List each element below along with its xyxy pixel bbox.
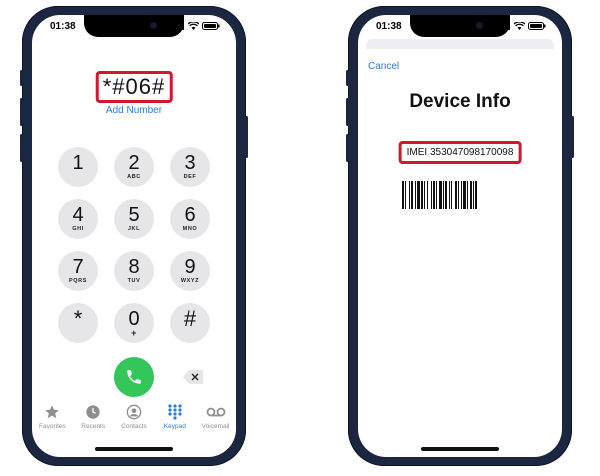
key-7[interactable]: 7 PQRS xyxy=(58,251,98,291)
delete-button[interactable] xyxy=(182,369,204,385)
status-icons xyxy=(173,22,220,30)
wifi-icon xyxy=(188,22,199,30)
signal-icon xyxy=(499,22,510,30)
key-letters: JKL xyxy=(127,226,141,232)
key-digit: # xyxy=(183,306,197,331)
key-3[interactable]: 3 DEF xyxy=(170,147,210,187)
voicemail-icon xyxy=(206,403,226,421)
barcode-image xyxy=(402,181,477,209)
key-letters: GHI xyxy=(72,226,84,232)
phone-icon xyxy=(127,370,141,384)
clock-icon xyxy=(85,403,101,421)
key-digit: 2 xyxy=(128,152,140,174)
key-letters: WXYZ xyxy=(180,278,200,284)
key-4[interactable]: 4 GHI xyxy=(58,199,98,239)
volume-up-button xyxy=(346,98,349,126)
imei-value: IMEI 353047098170098 xyxy=(398,141,522,164)
key-star[interactable]: * xyxy=(58,303,98,343)
cancel-button[interactable]: Cancel xyxy=(368,61,399,72)
tab-label: Favorites xyxy=(39,423,66,430)
call-button[interactable] xyxy=(114,357,154,397)
power-button xyxy=(571,116,574,158)
mute-switch xyxy=(346,70,349,86)
volume-up-button xyxy=(20,98,23,126)
backspace-icon xyxy=(183,370,203,384)
key-digit: * xyxy=(73,306,83,331)
wifi-icon xyxy=(514,22,525,30)
key-digit: 9 xyxy=(184,256,196,278)
keypad-screen: 01:38 *#06# Add Number 1 2 ABC 3 DEF 4 GHI … xyxy=(32,15,236,457)
volume-down-button xyxy=(346,134,349,162)
device-info-screen: 01:38 Cancel Device Info IMEI 3530470981… xyxy=(358,15,562,457)
left-phone: 01:38 *#06# Add Number 1 2 ABC 3 DEF 4 GHI … xyxy=(20,6,248,466)
add-number-link[interactable]: Add Number xyxy=(32,105,236,116)
tab-voicemail[interactable]: Voicemail xyxy=(195,403,236,439)
volume-down-button xyxy=(20,134,23,162)
key-2[interactable]: 2 ABC xyxy=(114,147,154,187)
status-time: 01:38 xyxy=(50,21,76,32)
key-8[interactable]: 8 TUV xyxy=(114,251,154,291)
dialed-number[interactable]: *#06# xyxy=(95,71,173,103)
tab-contacts[interactable]: Contacts xyxy=(114,403,155,439)
key-letters: + xyxy=(131,328,137,338)
key-0[interactable]: 0 + xyxy=(114,303,154,343)
key-letters: ABC xyxy=(127,174,141,180)
key-1[interactable]: 1 xyxy=(58,147,98,187)
key-digit: 6 xyxy=(184,204,196,226)
person-icon xyxy=(126,403,142,421)
key-letters: TUV xyxy=(127,278,141,284)
key-9[interactable]: 9 WXYZ xyxy=(170,251,210,291)
tab-label: Voicemail xyxy=(201,423,230,430)
mute-switch xyxy=(20,70,23,86)
sheet-background-edge xyxy=(366,39,554,49)
key-5[interactable]: 5 JKL xyxy=(114,199,154,239)
status-bar: 01:38 xyxy=(32,21,236,37)
status-icons xyxy=(499,22,546,30)
tab-label: Contacts xyxy=(121,423,147,430)
signal-icon xyxy=(173,22,184,30)
key-digit: 3 xyxy=(184,152,196,174)
tab-label: Keypad xyxy=(163,423,186,430)
keypad-icon xyxy=(167,403,183,421)
key-digit: 1 xyxy=(72,152,84,174)
key-6[interactable]: 6 MNO xyxy=(170,199,210,239)
page-title: Device Info xyxy=(409,91,511,112)
key-letters: DEF xyxy=(183,174,197,180)
key-digit: 8 xyxy=(128,256,140,278)
power-button xyxy=(245,116,248,158)
home-indicator[interactable] xyxy=(95,447,173,451)
key-digit: 0 xyxy=(128,308,140,330)
status-bar: 01:38 xyxy=(358,21,562,37)
key-hash[interactable]: # xyxy=(170,303,210,343)
key-digit: 7 xyxy=(72,256,84,278)
tab-bar: Favorites Recents Contacts Keypad Voicem… xyxy=(32,403,236,439)
tab-favorites[interactable]: Favorites xyxy=(32,403,73,439)
battery-icon xyxy=(202,22,220,30)
right-phone: 01:38 Cancel Device Info IMEI 3530470981… xyxy=(346,6,574,466)
key-digit: 5 xyxy=(128,204,140,226)
tab-label: Recents xyxy=(81,423,106,430)
key-digit: 4 xyxy=(72,204,84,226)
tab-keypad[interactable]: Keypad xyxy=(154,403,195,439)
battery-icon xyxy=(528,22,546,30)
home-indicator[interactable] xyxy=(421,447,499,451)
key-letters: MNO xyxy=(182,226,198,232)
key-letters: PQRS xyxy=(69,278,87,284)
status-time: 01:38 xyxy=(376,21,402,32)
tab-recents[interactable]: Recents xyxy=(73,403,114,439)
star-icon xyxy=(44,403,60,421)
